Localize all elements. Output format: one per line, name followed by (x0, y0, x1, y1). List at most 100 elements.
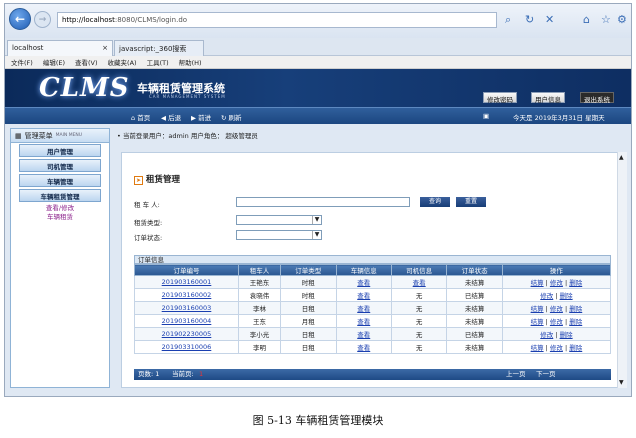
page-title: ➤ 租赁管理 (134, 173, 180, 185)
sidebar-item-driver-mgmt[interactable]: 司机管理 (19, 159, 101, 172)
car-info-link[interactable]: 查看 (357, 279, 370, 287)
op-link[interactable]: 结算 (531, 305, 544, 313)
ops-cell: 修改 | 删除 (501, 288, 612, 302)
menu-icon: ▦ (15, 131, 22, 140)
table-cell: 未结算 (446, 314, 503, 328)
tab-bar: localhost × javascript:_360搜索 (5, 38, 631, 56)
change-password-button[interactable]: 修改密码 (483, 92, 517, 104)
order-type: 时租 (301, 292, 315, 300)
page-title-text: 租赁管理 (146, 175, 181, 185)
status-select[interactable]: ▼ (236, 230, 322, 240)
sidebar-item-user-mgmt[interactable]: 用户管理 (19, 144, 101, 157)
search-icon[interactable]: ⌕ (505, 13, 511, 27)
op-link[interactable]: 修改 (550, 344, 563, 352)
browser-menu: 文件(F) 编辑(E) 查看(V) 收藏夹(A) 工具(T) 帮助(H) (5, 56, 631, 69)
order-id-link[interactable]: 201903160001 (162, 278, 212, 286)
driver-info: 无 (415, 331, 423, 339)
query-button[interactable]: 查询 (420, 197, 450, 207)
prev-page-link[interactable]: 上一页 (506, 369, 526, 380)
car-info-link[interactable]: 查看 (357, 305, 370, 313)
chevron-down-icon: ▼ (312, 216, 321, 224)
back-nav-button[interactable]: ◀ 后退 (161, 112, 181, 122)
scroll-up-icon[interactable]: ▲ (619, 154, 624, 161)
op-link[interactable]: 删除 (569, 344, 582, 352)
op-link[interactable]: 结算 (531, 344, 544, 352)
table-cell: 查看 (335, 275, 392, 289)
order-type: 时租 (301, 279, 315, 287)
order-id-link[interactable]: 201903310006 (162, 343, 212, 351)
table-cell: 查看 (335, 314, 392, 328)
column-header: 订单编号 (134, 264, 239, 276)
current-user: • 当前登录用户：admin 用户角色： 超级管理员 (117, 130, 258, 140)
table-cell: 日租 (280, 340, 337, 354)
main-content: ➤ 租赁管理 租 车 人: 查询 重置 租赁类型: ▼ 订单状态: ▼ 订单信息… (121, 152, 627, 388)
op-link[interactable]: 删除 (569, 279, 582, 287)
tab-360-search[interactable]: javascript:_360搜索 (114, 40, 204, 56)
current-page-label: 当前页: (172, 370, 194, 378)
sidebar-item-car-mgmt[interactable]: 车辆管理 (19, 174, 101, 187)
tab-localhost[interactable]: localhost × (7, 40, 113, 56)
op-link[interactable]: 结算 (531, 279, 544, 287)
order-status: 未结算 (464, 279, 485, 287)
table-caption: 订单信息 (134, 255, 611, 264)
table-row: 201903160002 袁晓伟 时租 查看 无 已结算 修改 | 删除 (134, 288, 612, 302)
url-field[interactable]: http://localhost:8080/CLMS/login.do (57, 12, 497, 28)
table-row: 201903160003 李林 日租 查看 无 未结算 结算 | 修改 | 删除 (134, 301, 612, 315)
menu-view[interactable]: 查看(V) (75, 57, 98, 67)
app-header: CLMS 车辆租赁管理系统 CAR MANAGEMENT SYSTEM 修改密码… (5, 69, 631, 107)
close-icon[interactable]: × (102, 44, 108, 52)
back-icon[interactable]: ← (9, 8, 31, 30)
driver-info[interactable]: 查看 (413, 279, 426, 287)
star-icon[interactable]: ☆ (601, 13, 611, 26)
order-id-link[interactable]: 201903160003 (162, 304, 212, 312)
op-link[interactable]: 结算 (531, 318, 544, 326)
menu-file[interactable]: 文件(F) (11, 57, 33, 67)
table-cell: 李小光 (237, 327, 282, 341)
refresh-icon[interactable]: ↻ (525, 13, 534, 26)
car-info-link[interactable]: 查看 (357, 292, 370, 300)
user-info-button[interactable]: 用户信息 (531, 92, 565, 104)
menu-edit[interactable]: 编辑(E) (43, 57, 65, 67)
renter-input[interactable] (236, 197, 410, 207)
table-cell: 201903160001 (134, 275, 239, 289)
op-link[interactable]: 修改 (550, 318, 563, 326)
op-link[interactable]: 修改 (550, 305, 563, 313)
reset-button[interactable]: 重置 (456, 197, 486, 207)
menu-favorites[interactable]: 收藏夹(A) (108, 57, 137, 67)
sidebar: ▦ 管理菜单 MAIN MENU 用户管理 司机管理 车辆管理 车辆租赁管理 查… (10, 128, 110, 388)
table-cell: 无 (390, 340, 448, 354)
column-header: 车辆信息 (335, 264, 392, 276)
gear-icon[interactable]: ⚙ (617, 13, 627, 26)
op-link[interactable]: 删除 (560, 331, 573, 339)
forward-nav-button[interactable]: ▶ 前进 (191, 112, 211, 122)
op-link[interactable]: 修改 (540, 292, 553, 300)
menu-help[interactable]: 帮助(H) (179, 57, 202, 67)
order-id-link[interactable]: 201902230005 (162, 330, 212, 338)
next-page-link[interactable]: 下一页 (536, 369, 556, 380)
car-info-link[interactable]: 查看 (357, 331, 370, 339)
op-link[interactable]: 删除 (569, 318, 582, 326)
table-cell: 李明 (237, 340, 282, 354)
type-select[interactable]: ▼ (236, 215, 322, 225)
home-icon[interactable]: ⌂ (583, 13, 590, 26)
car-info-link[interactable]: 查看 (357, 344, 370, 352)
order-id-link[interactable]: 201903160002 (162, 291, 212, 299)
sidebar-subitem-rental[interactable]: 车辆租赁 (11, 213, 109, 222)
order-id-link[interactable]: 201903160004 (162, 317, 212, 325)
op-link[interactable]: 修改 (550, 279, 563, 287)
refresh-nav-button[interactable]: ↻ 刷新 (221, 112, 242, 122)
forward-icon[interactable]: → (34, 11, 51, 28)
stop-icon[interactable]: ✕ (545, 13, 554, 26)
menu-tools[interactable]: 工具(T) (147, 57, 169, 67)
scroll-down-icon[interactable]: ▼ (619, 379, 624, 386)
pages-count: 页数: 1 (138, 370, 160, 378)
sidebar-subitem-view-edit[interactable]: 查看/修改 (11, 204, 109, 213)
car-info-link[interactable]: 查看 (357, 318, 370, 326)
op-link[interactable]: 删除 (569, 305, 582, 313)
sidebar-item-rental-mgmt[interactable]: 车辆租赁管理 (19, 189, 101, 202)
op-link[interactable]: 修改 (540, 331, 553, 339)
logout-button[interactable]: 退出系统 (580, 92, 614, 104)
scrollbar[interactable]: ▲ ▼ (617, 152, 627, 388)
home-nav-button[interactable]: ⌂ 首页 (131, 112, 150, 122)
op-link[interactable]: 删除 (560, 292, 573, 300)
